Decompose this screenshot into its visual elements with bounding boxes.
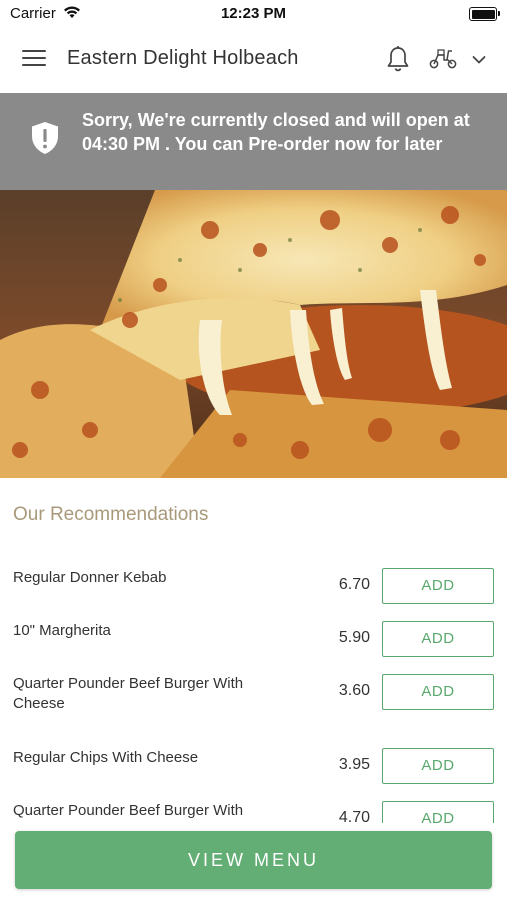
closed-message: Sorry, We're currently closed and will o… <box>82 110 470 154</box>
item-name: 10" Margherita <box>13 622 111 639</box>
item-price: 3.95 <box>338 756 370 773</box>
status-bar: Carrier 12:23 PM <box>0 0 507 28</box>
item-name: Regular Donner Kebab <box>13 569 167 586</box>
add-button[interactable]: ADD <box>382 748 494 784</box>
chevron-down-icon[interactable] <box>472 52 486 70</box>
item-price: 6.70 <box>338 576 370 593</box>
item-name: Quarter Pounder Beef Burger With <box>13 802 244 819</box>
add-button[interactable]: ADD <box>382 674 494 710</box>
bell-icon[interactable] <box>385 45 411 78</box>
add-button[interactable]: ADD <box>382 621 494 657</box>
menu-icon[interactable] <box>22 50 46 68</box>
view-menu-button[interactable]: VIEW MENU <box>15 831 492 889</box>
list-item: Regular Chips With Cheese 3.95 ADD <box>0 740 507 793</box>
list-item: 10" Margherita 5.90 ADD <box>0 613 507 666</box>
add-button[interactable]: ADD <box>382 568 494 604</box>
list-item: Regular Donner Kebab 6.70 ADD <box>0 560 507 613</box>
list-item: Quarter Pounder Beef Burger With 4.70 AD… <box>0 793 507 823</box>
item-name: Regular Chips With Cheese <box>13 749 199 766</box>
closed-banner: Sorry, We're currently closed and will o… <box>0 93 507 190</box>
store-name: Eastern Delight Holbeach <box>67 47 299 69</box>
item-price: 3.60 <box>338 682 370 699</box>
scooter-icon[interactable] <box>428 46 458 75</box>
recommendations-title: Our Recommendations <box>13 504 209 525</box>
add-button[interactable]: ADD <box>382 801 494 823</box>
list-item: Quarter Pounder Beef Burger With Cheese … <box>0 666 507 740</box>
item-price: 5.90 <box>338 629 370 646</box>
item-price: 4.70 <box>338 809 370 823</box>
app-header: Eastern Delight Holbeach <box>0 28 507 93</box>
item-name: Quarter Pounder Beef Burger With Cheese <box>13 675 244 712</box>
shield-alert-icon <box>31 121 59 160</box>
clock: 12:23 PM <box>220 5 287 22</box>
battery-icon <box>469 7 500 21</box>
recommendations-list: Regular Donner Kebab 6.70 ADD 10" Marghe… <box>0 560 507 823</box>
hero-pizza-image <box>0 190 507 478</box>
